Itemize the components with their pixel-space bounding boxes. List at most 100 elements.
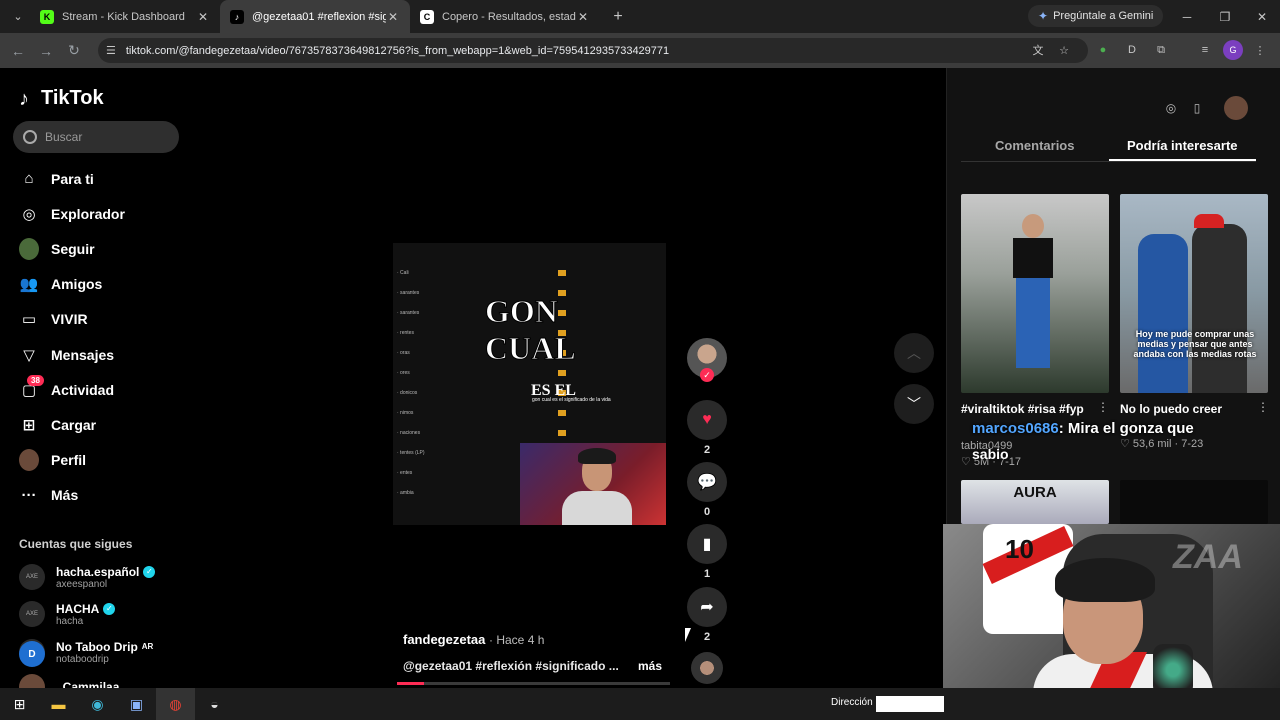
account-name: No Taboo Drip [56,639,138,654]
suggested-video-thumbnail[interactable]: AURA [961,480,1109,524]
translate-icon[interactable]: 文 [1028,40,1048,60]
more-button[interactable]: más [638,659,662,673]
tab-copero[interactable]: C Copero - Resultados, estadístic ✕ [410,0,600,33]
user-avatar[interactable] [1224,96,1248,120]
app-icon[interactable]: ▣ [117,688,156,720]
gemini-icon: ✦ [1038,9,1049,23]
tab-search-button[interactable]: ⌄ [6,5,30,29]
close-icon[interactable]: ✕ [576,10,590,24]
site-info-icon[interactable]: ☰ [106,44,116,57]
next-video-button[interactable]: ﹀ [894,384,934,424]
minimize-button[interactable]: ─ [1168,0,1206,33]
music-disc-icon[interactable] [691,652,723,684]
nav-perfil[interactable]: Perfil [19,443,189,478]
url-text: tiktok.com/@fandegezetaa/video/767357837… [125,44,670,57]
maximize-button[interactable]: ❐ [1206,0,1244,33]
suggested-video-thumbnail[interactable]: Hoy me pude comprar unas medias y pensar… [1120,194,1268,393]
nav-amigos[interactable]: 👥 Amigos [19,267,189,302]
following-icon [19,237,39,260]
floating-app-icon[interactable]: D [19,641,45,667]
browser-menu-icon[interactable]: ⋮ [1250,40,1270,60]
device-icon[interactable]: ▯ [1185,96,1209,120]
chair-brand-text: ZAA [1173,538,1243,576]
nav-vivir[interactable]: ▭ VIVIR [19,302,189,337]
video-caption-main: GON CUAL [485,293,577,367]
video-progress-bar[interactable] [397,682,670,685]
suggested-video-thumbnail[interactable] [961,194,1109,393]
following-account[interactable]: AXE hacha.español ✓ axeespanol [19,564,156,590]
bookmark-icon: ▮ [687,524,727,564]
gemini-button[interactable]: ✦ Pregúntale a Gemini [1028,5,1164,27]
media-control-icon[interactable]: ≡ [1195,40,1215,60]
share-icon: ➦ [687,587,727,627]
comment-button[interactable]: 💬 0 [687,462,727,518]
account-name: hacha.español [56,564,140,579]
back-button[interactable]: ← [4,37,32,65]
search-box[interactable] [13,121,179,153]
save-button[interactable]: ▮ 1 [687,524,727,580]
tiktok-logo[interactable]: ♪ TikTok [19,87,104,110]
suggested-video-thumbnail[interactable] [1120,480,1268,524]
tab-comentarios[interactable]: Comentarios [961,130,1109,161]
compass-icon: ◎ [22,205,36,223]
nav-actividad[interactable]: ▢ 38 Actividad [19,372,189,407]
close-icon[interactable]: ✕ [386,10,400,24]
tab-kick-dashboard[interactable]: K Stream - Kick Dashboard ✕ [30,0,220,33]
address-bar-row: ← → ↻ ☰ tiktok.com/@fandegezetaa/video/7… [0,33,1280,68]
close-window-button[interactable]: ✕ [1243,0,1280,33]
nav-para-ti[interactable]: ⌂ Para ti [19,161,189,196]
address-toolbar-label: Dirección [831,697,873,708]
tab-tiktok-video[interactable]: ♪ @gezetaa01 #reflexion #signific ✕ [220,0,410,33]
nav-mas[interactable]: ··· Más [19,478,189,513]
search-input[interactable] [45,130,165,144]
progress-fill [397,682,425,685]
following-account[interactable]: AXE HACHA ✓ hacha [19,601,116,627]
video-author[interactable]: fandegezetaa · Hace 4 h [403,632,544,647]
tab-title: Stream - Kick Dashboard [62,10,185,23]
extension-d-icon[interactable]: D [1122,40,1142,60]
video-caption-small: gon cual es el significado de la vida [532,397,611,403]
creator-avatar[interactable]: ✓ [687,338,727,382]
messages-icon: ▽ [23,346,35,364]
obs-icon[interactable]: ◒ [195,688,234,720]
suggested-video-title[interactable]: #viraltiktok #risa #fyp [961,402,1084,416]
extensions-puzzle-icon[interactable]: ⧉ [1151,40,1171,60]
nav-cargar[interactable]: ⊞ Cargar [19,407,189,442]
file-explorer-icon[interactable]: ▬ [39,688,78,720]
profile-icon [19,449,39,472]
follow-plus-icon[interactable]: ✓ [700,368,714,382]
edge-icon[interactable]: ◉ [78,688,117,720]
reload-button[interactable]: ↻ [60,37,88,65]
chrome-icon[interactable]: ◍ [156,688,195,720]
windows-start-icon[interactable]: ⊞ [0,688,39,720]
kebab-icon[interactable]: ⋮ [1257,400,1269,414]
url-bar[interactable]: ☰ tiktok.com/@fandegezetaa/video/7673578… [98,38,1088,63]
nav-mensajes[interactable]: ▽ Mensajes [19,337,189,372]
new-tab-button[interactable]: + [606,8,630,26]
close-icon[interactable]: ✕ [196,10,210,24]
video-player[interactable]: · Cali · sarantes · sarantes · rentes · … [393,243,666,525]
tab-podria-interesarte[interactable]: Podría interesarte [1108,130,1256,161]
prev-video-button[interactable]: ︿ [894,333,934,373]
nav-seguir[interactable]: Seguir [19,231,189,266]
forward-button[interactable]: → [32,37,60,65]
avatar: AXE [19,601,45,627]
suggested-video-title[interactable]: No lo puedo creer [1120,402,1222,416]
account-handle: notaboodrip [56,653,109,665]
profile-avatar[interactable]: G [1223,40,1243,60]
address-toolbar-input[interactable] [876,696,944,712]
account-handle: axeespanol [56,578,108,590]
chevron-up-icon: ︿ [907,345,921,361]
bookmark-star-icon[interactable]: ☆ [1054,40,1074,60]
search-icon [23,130,37,144]
account-name: HACHA [56,601,100,616]
kebab-icon[interactable]: ⋮ [1097,400,1109,414]
nav-explorador[interactable]: ◎ Explorador [19,196,189,231]
logo-text: TikTok [41,87,104,109]
autoscroll-icon[interactable]: ◎ [1159,96,1183,120]
verified-icon: ✓ [103,602,116,615]
extension-color-icon[interactable]: ● [1093,40,1113,60]
share-button[interactable]: ➦ 2 [687,587,727,643]
like-button[interactable]: ♥ 2 [687,400,727,456]
chat-message: : Mira el gonza que [1058,420,1194,437]
